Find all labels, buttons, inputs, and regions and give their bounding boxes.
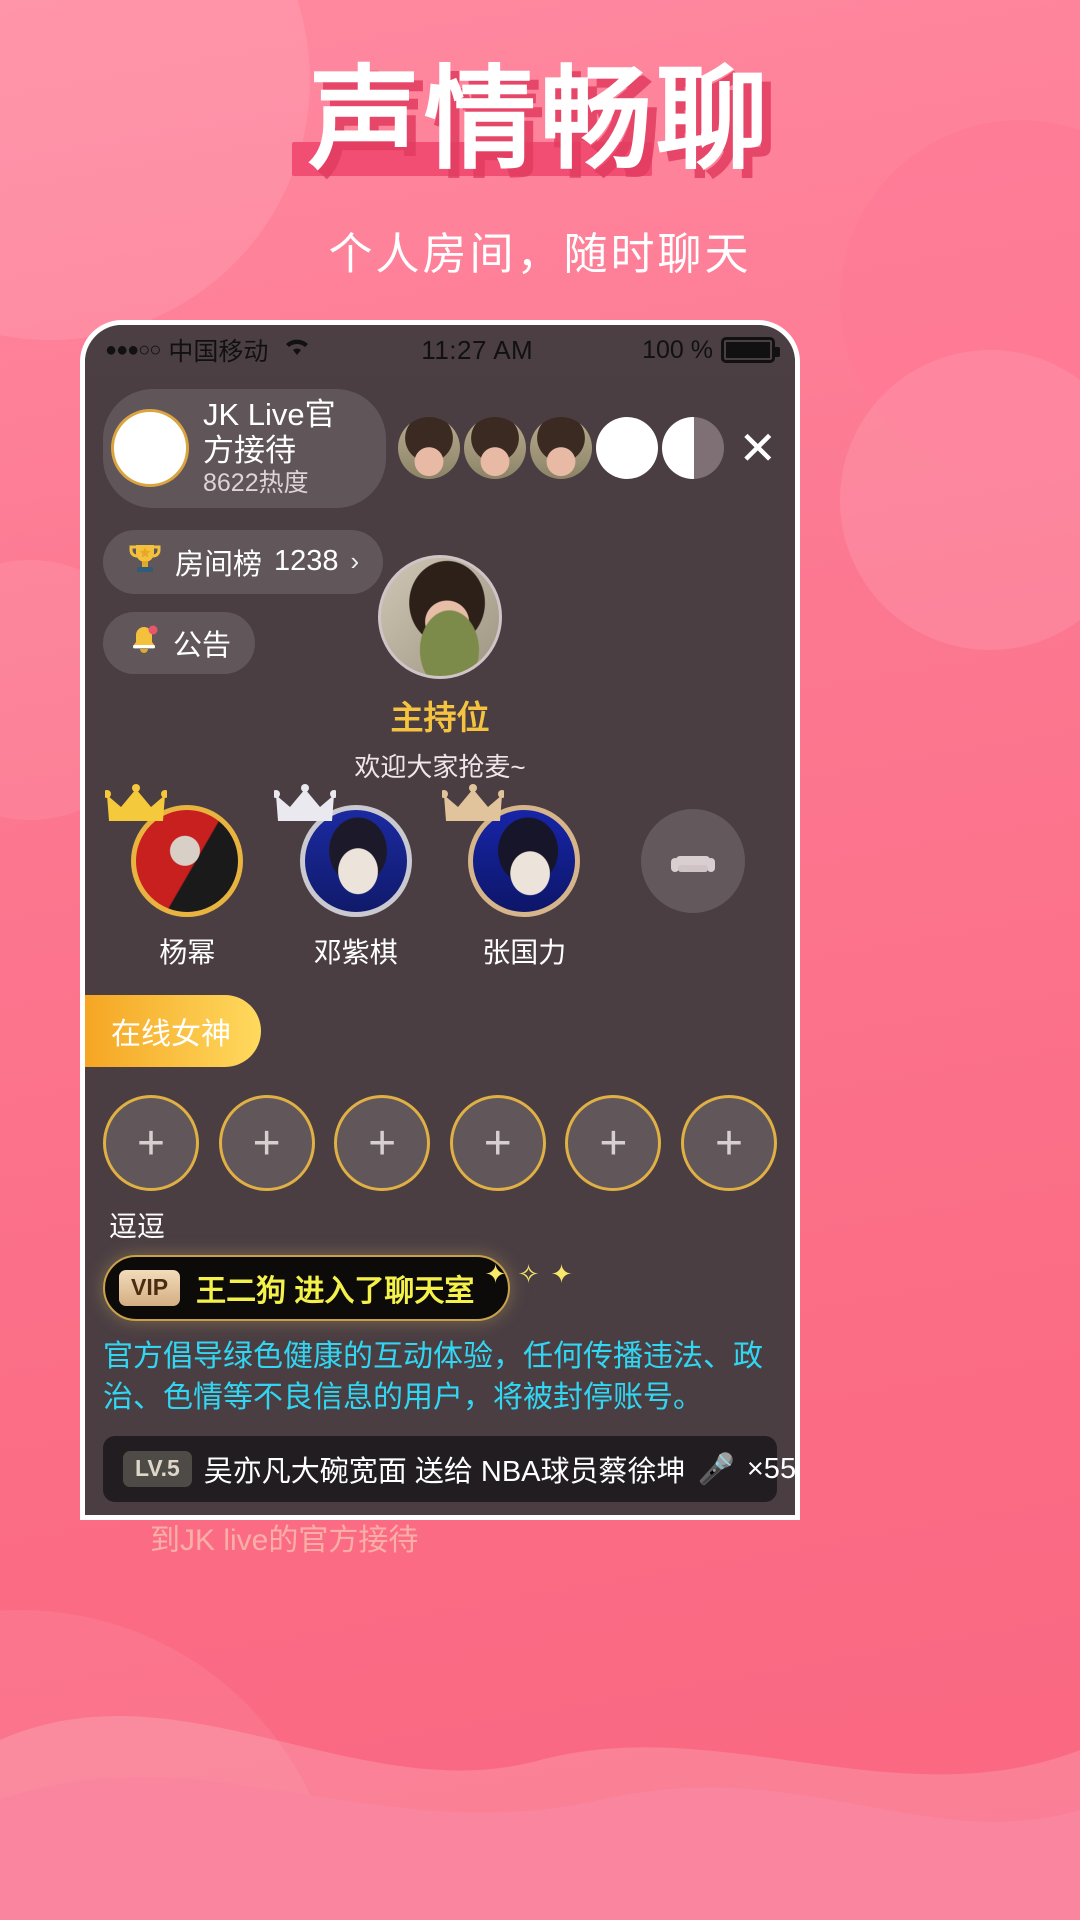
bronze-crown-icon <box>442 784 504 821</box>
announcement-label: 公告 <box>173 629 232 662</box>
gift-count: ×55 <box>746 1452 797 1485</box>
live-room: JK Live官方接待 8622热度 ✕ 房间榜 1238 › 公告 主持位 欢… <box>85 375 795 1515</box>
mic-seat-3[interactable]: 张国力 <box>440 784 609 971</box>
viewer-avatar-5[interactable] <box>662 417 725 480</box>
mic-seat-3-name: 张国力 <box>482 937 567 968</box>
viewer-avatar-4[interactable] <box>596 417 659 480</box>
room-info-card[interactable]: JK Live官方接待 8622热度 <box>103 389 387 508</box>
room-rank-value: 1238 <box>274 545 339 578</box>
announcement-button[interactable]: 公告 <box>103 611 256 674</box>
add-slot-5[interactable]: + <box>565 1095 662 1191</box>
room-heat: 8622热度 <box>203 469 309 498</box>
add-slot-2[interactable]: + <box>218 1095 315 1191</box>
chevron-right-icon: › <box>350 546 360 577</box>
silver-crown-icon <box>273 784 336 821</box>
microphone-gift-icon: 🎤 <box>697 1452 735 1486</box>
close-icon[interactable]: ✕ <box>738 425 777 471</box>
vip-enter-text: 王二狗 进入了聊天室 <box>196 1275 475 1308</box>
system-notice: 官方倡导绿色健康的互动体验，任何传播违法、政治、色情等不良信息的用户，将被封停账… <box>103 1340 763 1414</box>
faded-chat-line: 到JK live的官方接待 <box>150 1524 419 1557</box>
add-slot-6[interactable]: + <box>680 1095 777 1191</box>
mic-seat-row: 杨幂 邓紫棋 张国力 <box>103 784 778 971</box>
host-seat-note: 欢迎大家抢麦~ <box>354 752 526 782</box>
gold-crown-icon <box>105 784 167 821</box>
room-name: JK Live官方接待 <box>203 397 336 468</box>
goddess-tab-row: 在线女神 <box>85 995 261 1067</box>
viewer-avatar-3[interactable] <box>530 417 593 480</box>
viewer-avatar-1[interactable] <box>398 417 461 480</box>
signal-dots-icon: ●●●○○ <box>105 338 161 361</box>
chat-area: VIP 王二狗 进入了聊天室 ✦ ✧ ✦ 官方倡导绿色健康的互动体验，任何传播违… <box>103 1255 795 1515</box>
bell-icon <box>127 622 161 664</box>
mic-seat-1[interactable]: 杨幂 <box>103 784 272 971</box>
viewer-avatars[interactable] <box>398 417 725 480</box>
phone-mockup: ●●●○○ 中国移动 11:27 AM 100 % JK Live官方接待 86… <box>80 320 800 1520</box>
mic-seat-empty[interactable] <box>609 805 778 971</box>
slot-group-label: 逗逗 <box>109 1211 166 1242</box>
status-bar: ●●●○○ 中国移动 11:27 AM 100 % <box>85 325 795 375</box>
battery-percent: 100 % <box>642 335 713 364</box>
add-slot-3[interactable]: + <box>334 1095 431 1191</box>
promo-headline: 声情畅聊 <box>308 55 772 185</box>
trophy-icon <box>127 540 163 584</box>
battery-icon <box>721 337 780 363</box>
mic-seat-2-name: 邓紫棋 <box>313 937 398 968</box>
add-slot-row: + + + + + + <box>103 1095 777 1191</box>
chat-message-gift[interactable]: LV.5 吴亦凡大碗宽面 送给 NBA球员蔡徐坤 🎤 ×55 <box>103 1436 795 1502</box>
badge-level: LV.5 <box>123 1451 192 1487</box>
wifi-icon <box>282 336 312 365</box>
sparkle-icon: ✦ ✧ ✦ <box>484 1259 575 1289</box>
chat-message-text: 吴亦凡大碗宽面 送给 NBA球员蔡徐坤 <box>203 1456 686 1488</box>
badge-vip: VIP <box>119 1270 181 1306</box>
carrier-label: 中国移动 <box>168 338 269 366</box>
status-clock: 11:27 AM <box>421 334 534 365</box>
add-slot-4[interactable]: + <box>449 1095 546 1191</box>
room-rank-label: 房间榜 <box>175 548 263 581</box>
sofa-icon <box>670 856 715 872</box>
room-rank-button[interactable]: 房间榜 1238 › <box>103 529 384 594</box>
mic-seat-1-name: 杨幂 <box>159 937 216 968</box>
tab-online-goddess[interactable]: 在线女神 <box>85 995 261 1067</box>
viewer-avatar-2[interactable] <box>464 417 527 480</box>
vip-enter-banner[interactable]: VIP 王二狗 进入了聊天室 ✦ ✧ ✦ <box>103 1255 572 1321</box>
add-slot-1[interactable]: + <box>103 1095 199 1191</box>
host-seat-label: 主持位 <box>390 699 490 736</box>
empty-seat-button[interactable] <box>640 809 745 913</box>
room-avatar[interactable] <box>111 409 189 488</box>
bottom-wave <box>0 1716 1080 1920</box>
promo-headline-wrap: 声情畅聊 <box>0 55 1080 185</box>
room-top-bar: JK Live官方接待 8622热度 ✕ <box>103 375 777 508</box>
mic-seat-2[interactable]: 邓紫棋 <box>272 784 441 971</box>
promo-subtitle: 个人房间，随时聊天 <box>328 229 752 280</box>
